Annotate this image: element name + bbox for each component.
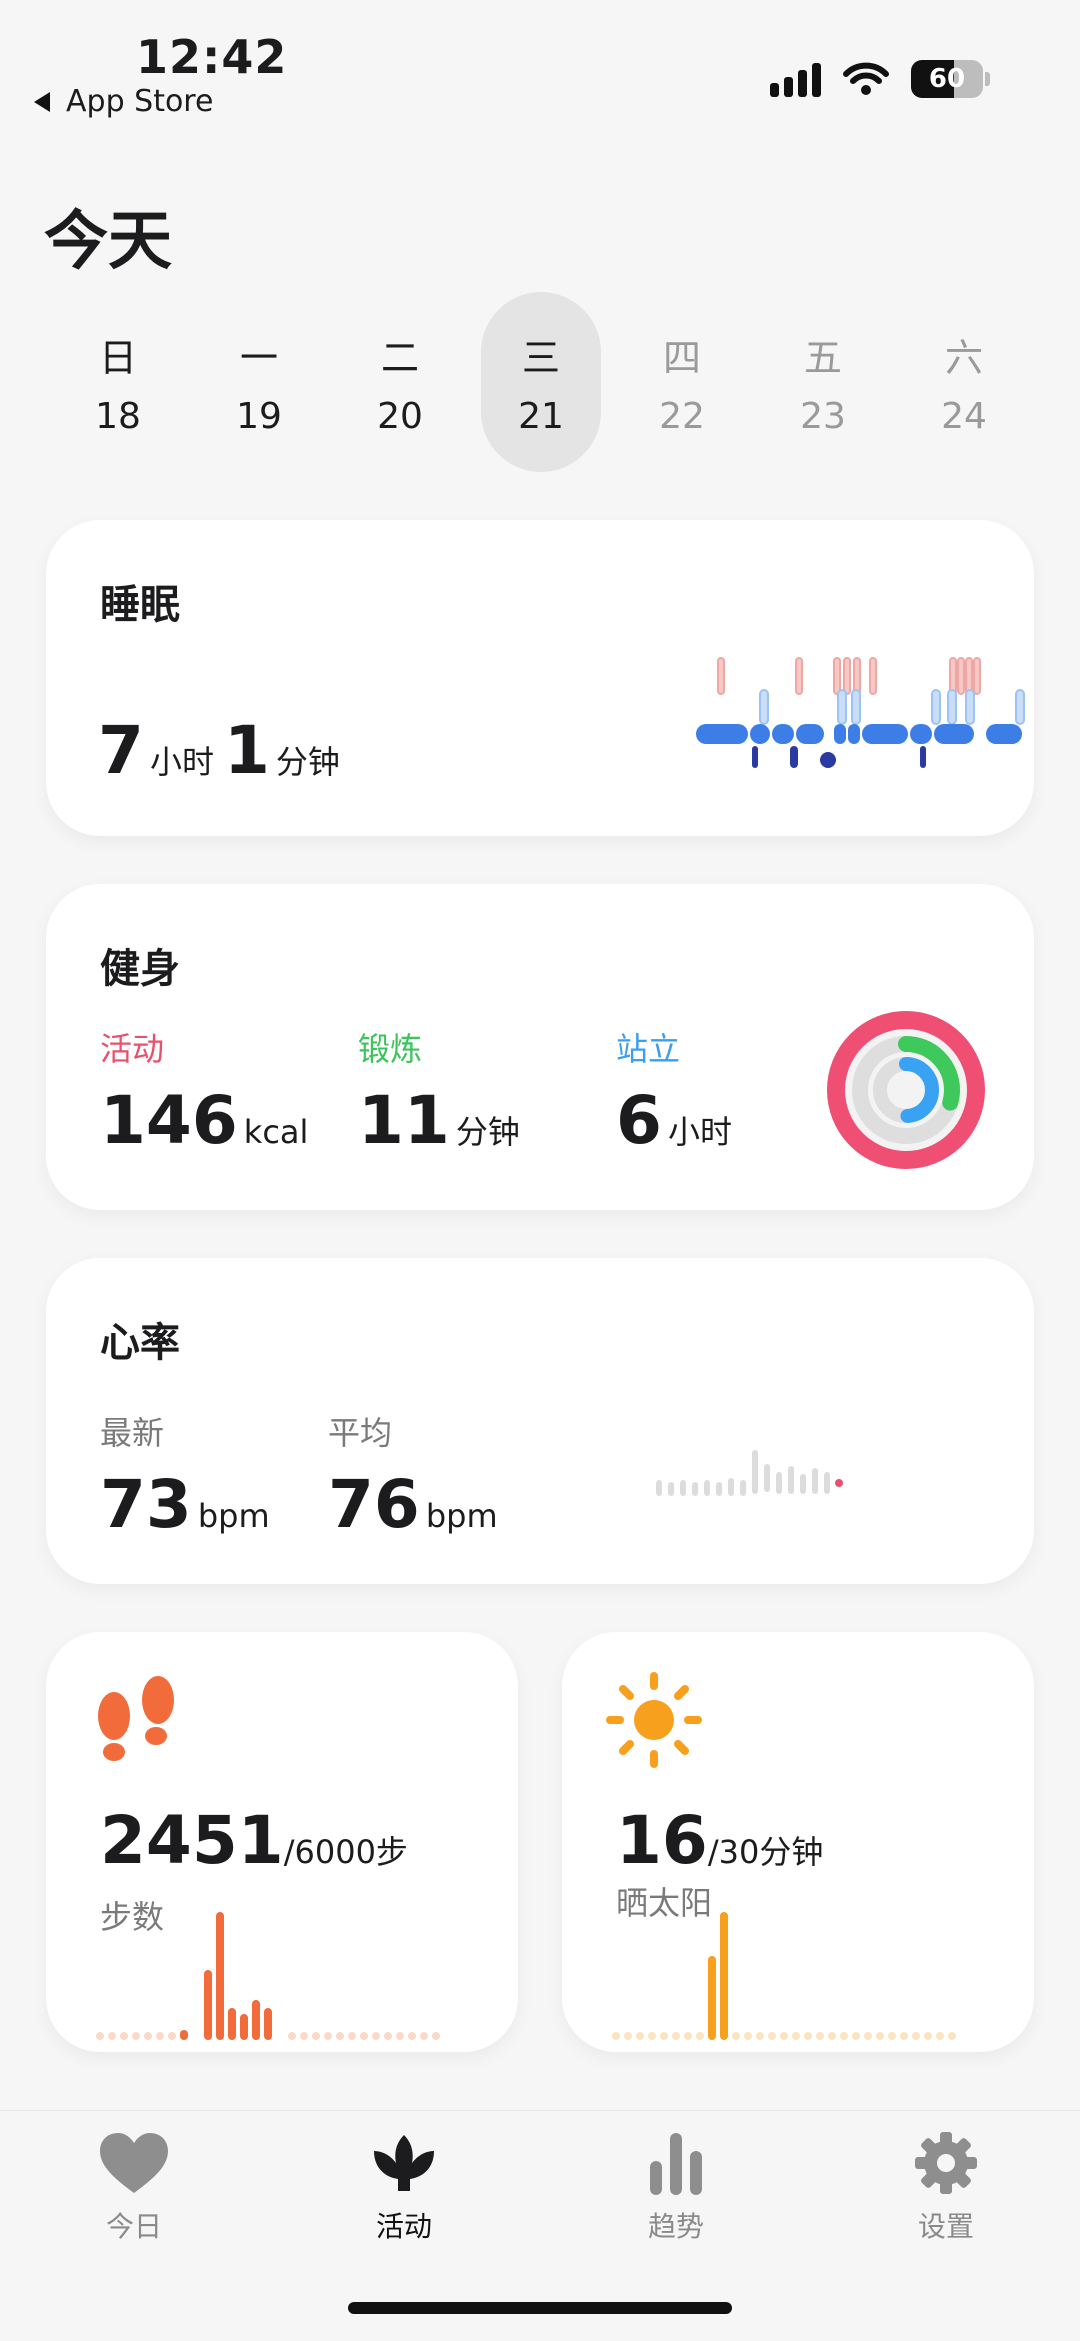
day-date: 24: [941, 396, 987, 437]
average-value: 76: [328, 1466, 420, 1543]
day-tue[interactable]: 二 20: [340, 292, 460, 472]
day-thu[interactable]: 四 22: [622, 292, 742, 472]
back-app-label: App Store: [66, 84, 214, 119]
heart-icon: [100, 2133, 168, 2193]
day-name: 六: [944, 336, 983, 380]
tab-label: 趋势: [647, 2210, 704, 2243]
steps-goal: /6000步: [283, 1833, 408, 1871]
day-name: 三: [521, 336, 560, 380]
tab-trends[interactable]: 趋势: [606, 2131, 746, 2245]
sun-value-row: 16 /30分钟: [616, 1802, 823, 1879]
day-date: 19: [236, 396, 282, 437]
activity-rings-icon: [827, 1011, 985, 1169]
sun-goal: /30分钟: [707, 1833, 824, 1871]
sleep-hours-unit: 小时: [149, 743, 214, 781]
heart-rate-sparkline: [656, 1450, 843, 1496]
exercise-label: 锻炼: [358, 1030, 423, 1068]
gear-icon: [915, 2132, 977, 2194]
day-name: 二: [380, 336, 419, 380]
average-hr-metric: 平均 76 bpm: [328, 1408, 508, 1543]
day-name: 一: [239, 336, 278, 380]
cellular-signal-icon: [770, 61, 821, 97]
day-name: 四: [662, 336, 701, 380]
battery-level: 60: [911, 60, 983, 98]
latest-unit: bpm: [197, 1497, 270, 1535]
bars-icon: [650, 2133, 702, 2195]
sleep-duration: 7 小时 1 分钟: [98, 712, 350, 789]
latest-hr-metric: 最新 73 bpm: [100, 1408, 280, 1543]
status-bar: 12:42 App Store 60: [0, 0, 1080, 130]
steps-card[interactable]: 2451 /6000步 步数: [46, 1632, 518, 2052]
steps-value-row: 2451 /6000步: [100, 1802, 408, 1879]
battery-icon: 60: [911, 60, 990, 98]
day-date: 22: [659, 396, 705, 437]
day-name: 五: [803, 336, 842, 380]
day-date: 18: [95, 396, 141, 437]
flower-icon: [374, 2135, 434, 2191]
sunlight-card[interactable]: 16 /30分钟 晒太阳: [562, 1632, 1034, 2052]
day-date: 23: [800, 396, 846, 437]
average-label: 平均: [328, 1414, 393, 1452]
sleep-title: 睡眠: [100, 582, 180, 628]
day-sun[interactable]: 日 18: [58, 292, 178, 472]
sun-value: 16: [616, 1802, 708, 1879]
day-fri[interactable]: 五 23: [763, 292, 883, 472]
tab-activity[interactable]: 活动: [334, 2131, 474, 2245]
day-sat[interactable]: 六 24: [904, 292, 1024, 472]
tab-today[interactable]: 今日: [64, 2131, 204, 2245]
tab-settings[interactable]: 设置: [876, 2131, 1016, 2245]
day-date: 20: [377, 396, 423, 437]
day-wed-selected[interactable]: 三 21: [481, 292, 601, 472]
sleep-hours: 7: [98, 712, 144, 789]
stand-value: 6: [616, 1082, 662, 1159]
fitness-card[interactable]: 健身 活动 146 kcal 锻炼 11 分钟 站立 6 小时: [46, 884, 1034, 1210]
sleep-minutes-unit: 分钟: [275, 743, 340, 781]
footprints-icon: [90, 1672, 186, 1772]
exercise-value: 11: [358, 1082, 450, 1159]
stand-label: 站立: [616, 1030, 681, 1068]
day-date: 21: [518, 396, 564, 437]
fitness-title: 健身: [100, 946, 180, 992]
tab-label: 今日: [105, 2210, 162, 2243]
sleep-minutes: 1: [223, 712, 270, 789]
steps-hourly-bars: [96, 1912, 440, 2040]
steps-value: 2451: [100, 1802, 284, 1879]
activity-label: 活动: [100, 1030, 165, 1068]
back-arrow-icon: [34, 91, 50, 112]
day-name: 日: [98, 336, 137, 380]
week-selector: 日 18 一 19 二 20 三 21 四 22 五 23 六 24: [58, 292, 1024, 472]
activity-unit: kcal: [243, 1113, 309, 1151]
exercise-metric: 锻炼 11 分钟: [358, 1024, 530, 1159]
heart-title: 心率: [100, 1320, 180, 1366]
tab-label: 设置: [917, 2210, 974, 2243]
activity-value: 146: [100, 1082, 238, 1159]
activity-metric: 活动 146 kcal: [100, 1024, 318, 1159]
wifi-icon: [843, 62, 889, 95]
tab-label: 活动: [375, 2210, 432, 2243]
page-title: 今天: [44, 205, 172, 279]
latest-value: 73: [100, 1466, 192, 1543]
sleep-card[interactable]: 睡眠 7 小时 1 分钟: [46, 520, 1034, 836]
average-unit: bpm: [425, 1497, 498, 1535]
stand-metric: 站立 6 小时: [616, 1024, 742, 1159]
back-to-app-store[interactable]: App Store: [34, 84, 213, 119]
sun-icon: [606, 1672, 702, 1772]
sunlight-hourly-bars: [612, 1912, 956, 2040]
home-indicator[interactable]: [348, 2302, 732, 2314]
heart-rate-card[interactable]: 心率 最新 73 bpm 平均 76 bpm: [46, 1258, 1034, 1584]
system-icons: 60: [770, 60, 990, 98]
sleep-stage-graph: [696, 657, 1025, 768]
stand-unit: 小时: [667, 1113, 732, 1151]
exercise-unit: 分钟: [455, 1113, 520, 1151]
day-mon[interactable]: 一 19: [199, 292, 319, 472]
latest-label: 最新: [100, 1414, 165, 1452]
status-time: 12:42: [136, 30, 288, 84]
